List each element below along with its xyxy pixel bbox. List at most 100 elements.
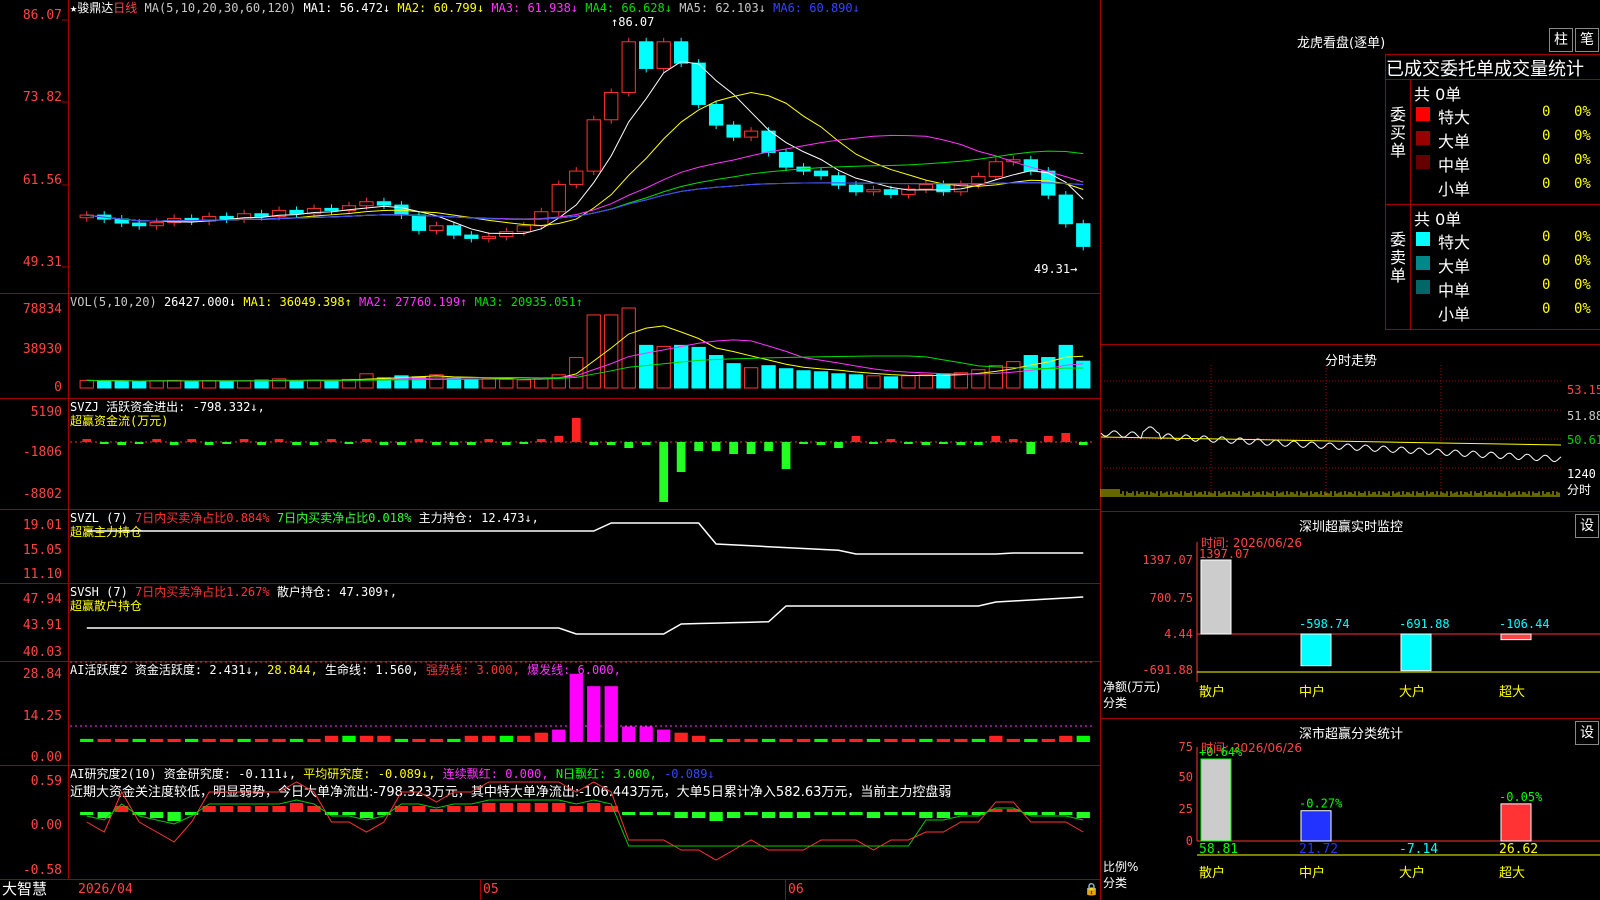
flow-bar xyxy=(1008,439,1018,442)
flow-bar xyxy=(484,439,494,442)
vol-bar xyxy=(481,377,496,389)
candle xyxy=(132,222,147,227)
flow-bar xyxy=(519,442,529,444)
row-pct: 0% xyxy=(1574,128,1591,144)
activity-bar xyxy=(569,673,583,742)
flow-bar xyxy=(641,442,651,445)
tick-mode-button[interactable]: 笔 xyxy=(1575,28,1599,52)
research-bar xyxy=(657,812,671,815)
research-bar xyxy=(534,803,548,812)
svzl-pane[interactable]: 19.01 15.05 11.10 SVZL (7) 7日内买卖净占比0.884… xyxy=(0,510,1100,584)
activity-bar xyxy=(482,735,496,742)
activity-bar xyxy=(80,738,94,742)
research-bar xyxy=(587,803,601,812)
activity-bar xyxy=(289,738,304,742)
flow-bar xyxy=(939,442,948,444)
candle xyxy=(918,183,934,190)
activity-bar xyxy=(412,738,426,742)
svzj-pane[interactable]: 5190 -1806 -8802 SVZJ 活跃资金进出: -798.332↓,… xyxy=(0,399,1100,510)
swatch xyxy=(1416,131,1430,145)
vol-bar xyxy=(79,379,94,389)
vol-bar xyxy=(201,380,217,389)
research-bar xyxy=(219,806,234,812)
flow-bar xyxy=(554,436,564,442)
flow-bar xyxy=(956,442,966,445)
candle xyxy=(429,225,444,231)
ratio-value-label: -7.14 xyxy=(1399,842,1438,857)
ratio-value-label: 26.62 xyxy=(1499,842,1538,857)
net-bar xyxy=(1500,633,1532,641)
sz-class-chart: 75 50 25 0 +0.64% 58.81 散户 -0.27% 21.72 中户 -7.14 大户… xyxy=(1179,740,1600,881)
activity-bar xyxy=(919,738,933,742)
lhb-panel[interactable]: 龙虎看盘(逐单) 柱 笔 已成交委托单成交量统计 委买单 共 0单 特大 0 0% 大… xyxy=(1100,0,1600,345)
bar-mode-button[interactable]: 柱 xyxy=(1549,28,1573,52)
ma-line xyxy=(86,134,1084,222)
vol-bar xyxy=(569,357,584,389)
sz-monitor-panel[interactable]: 深圳超赢实时监控 设 时间: 2026/06/26 净额(万元) 分类 1397… xyxy=(1100,512,1600,719)
flow-bar xyxy=(659,442,669,502)
vol-bar xyxy=(1076,360,1091,389)
candle xyxy=(289,209,304,215)
activity-bar xyxy=(237,738,251,742)
vol-pane[interactable]: 78834 38930 0 VOL(5,10,20) 26427.000↓ MA… xyxy=(0,294,1100,399)
ai-activity-pane[interactable]: 28.84 14.25 0.00 AI活跃度2 资金活跃度: 2.431↓, 2… xyxy=(0,661,1100,766)
research-bar xyxy=(901,812,916,815)
research-bar xyxy=(622,812,636,815)
vol-bar xyxy=(219,380,234,389)
research-bar xyxy=(674,812,688,818)
class-tick: 25 xyxy=(1179,802,1193,816)
net-value-label: 1397.07 xyxy=(1199,547,1250,561)
ma-line xyxy=(86,150,1084,222)
activity-bar xyxy=(587,686,601,742)
intraday-panel[interactable]: 分时走势 53.15 51.88 50.61 1240 分时 xyxy=(1100,345,1600,512)
monitor-tick: 700.75 xyxy=(1150,591,1193,605)
row-name: 中单 xyxy=(1438,156,1471,175)
candle xyxy=(1076,223,1091,247)
ai-research-pane[interactable]: 0.59 0.00 -0.58 AI研究度2(10) 资金研究度: -0.111… xyxy=(0,766,1100,880)
flow-bar xyxy=(589,442,599,445)
candle xyxy=(464,234,479,239)
activity-bar xyxy=(517,735,531,742)
vol-bar xyxy=(289,380,304,389)
flow-bar xyxy=(274,439,284,442)
vol-bar xyxy=(306,379,322,389)
kline-pane[interactable]: 86.07 73.82 61.56 49.31 ★骏鼎达日线 MA(5,10,2… xyxy=(0,0,1100,294)
low-label: 49.31→ xyxy=(1034,262,1078,276)
svsh-pane[interactable]: 47.94 43.91 40.03 SVSH (7) 7日内买卖净占比1.267… xyxy=(0,584,1100,662)
research-bar xyxy=(569,806,583,812)
activity-bar xyxy=(552,729,566,742)
sz-class-panel[interactable]: 深市超赢分类统计 设 时间: 2026/06/26 比例% 分类 75 50 25 0… xyxy=(1100,719,1600,900)
fs-tick: 53.15 xyxy=(1567,383,1600,397)
activity-bar xyxy=(97,738,111,742)
vol-bar xyxy=(796,370,811,389)
activity-bar xyxy=(657,729,671,742)
ai-research-chart xyxy=(80,781,1090,861)
ratio-value-label: 58.81 xyxy=(1199,842,1238,857)
research-bar xyxy=(779,812,793,818)
sell-side-label: 委卖单 xyxy=(1389,230,1406,285)
flow-bar xyxy=(414,439,424,442)
fs-tick: 分时 xyxy=(1567,483,1592,497)
flow-bar xyxy=(292,442,301,445)
vol-bar xyxy=(324,380,339,389)
row-count: 0 xyxy=(1542,253,1551,269)
activity-bar xyxy=(359,735,374,742)
candle xyxy=(446,225,462,236)
research-bar xyxy=(254,806,269,812)
retail-line xyxy=(86,596,1084,635)
vol-bar xyxy=(359,373,374,389)
activity-bar xyxy=(394,738,409,742)
lock-icon[interactable]: 🔒 xyxy=(1084,882,1099,896)
research-bar xyxy=(464,806,479,812)
row-count: 0 xyxy=(1542,152,1551,168)
activity-bar xyxy=(639,726,653,742)
vol-bar xyxy=(1006,361,1021,389)
net-value-label: -691.88 xyxy=(1399,617,1450,631)
flow-bar xyxy=(781,442,791,469)
candle xyxy=(254,213,269,217)
vol-bar xyxy=(446,378,462,389)
candle xyxy=(499,231,514,237)
research-bar xyxy=(639,812,653,815)
change-label: -0.27% xyxy=(1299,797,1343,811)
ma-line xyxy=(86,61,1084,234)
